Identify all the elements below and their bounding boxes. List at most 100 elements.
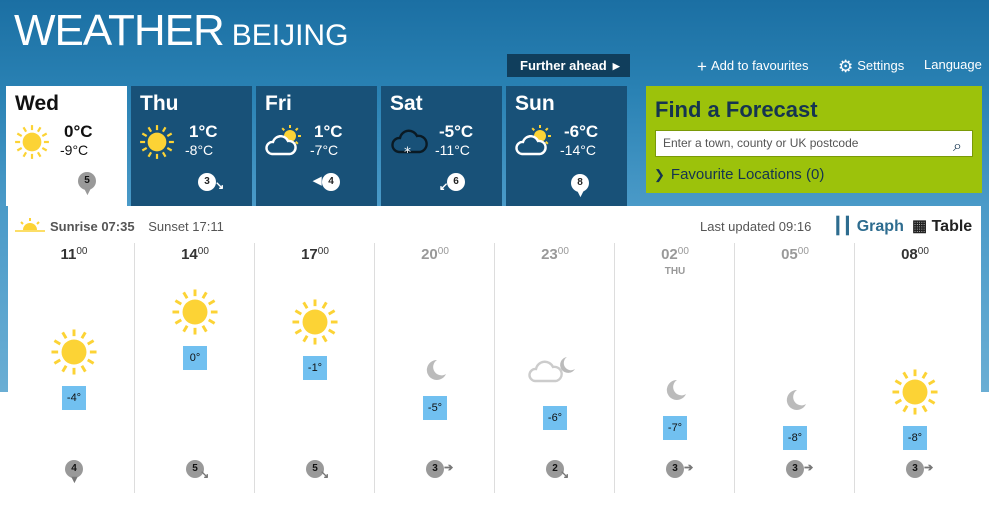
wind-direction-icon: ▼ bbox=[82, 186, 93, 198]
table-icon: ▦ bbox=[912, 218, 928, 235]
wind-direction-icon: ◀ bbox=[313, 175, 322, 187]
sun-icon bbox=[140, 125, 174, 159]
search-placeholder: Enter a town, county or UK postcode bbox=[663, 136, 859, 150]
wind-speed: 8 bbox=[577, 177, 583, 188]
minute-value: 00 bbox=[317, 246, 329, 257]
day-high-temp: -6°C bbox=[564, 122, 599, 141]
hour-value: 11 bbox=[60, 246, 77, 263]
day-name: Wed bbox=[15, 92, 59, 115]
day-low-temp: -11°C bbox=[435, 142, 470, 158]
temperature-box: -5° bbox=[423, 396, 447, 420]
table-view-button[interactable]: ▦ Table bbox=[912, 216, 972, 236]
day-tab-sat[interactable]: Sat * -5°C -11°C 6 ↙ bbox=[381, 86, 502, 206]
day-tab-wed[interactable]: Wed 0°C -9°C 5 ▼ bbox=[6, 86, 127, 206]
wind-speed-badge: 5 ▼ bbox=[78, 172, 96, 198]
day-marker: THU bbox=[664, 266, 686, 277]
wind-speed: 2 bbox=[552, 463, 558, 474]
hour-label: 0500 bbox=[735, 246, 855, 263]
day-tab-fri[interactable]: Fri 1°C -7°C 4 ◀ bbox=[256, 86, 377, 206]
day-tab-thu[interactable]: Thu 1°C -8°C 3 ↘ bbox=[131, 86, 252, 206]
wind-speed-badge: 4 ◀ bbox=[313, 173, 340, 191]
sun-cloud-icon bbox=[515, 125, 551, 156]
sun-times: Sunrise 07:35 Sunset 17:11 bbox=[15, 218, 224, 234]
day-high-temp: 1°C bbox=[189, 122, 218, 141]
chevron-right-icon: ❯ bbox=[654, 167, 665, 182]
minute-value: 00 bbox=[677, 246, 689, 257]
minute-value: 00 bbox=[917, 246, 929, 257]
hour-label: 1700 bbox=[255, 246, 375, 263]
wind-direction-icon: ↙ bbox=[439, 181, 449, 193]
wind-speed: 3 bbox=[792, 463, 798, 474]
temperature-box: -8° bbox=[903, 426, 927, 450]
wind-speed-badge: 6 ↙ bbox=[439, 173, 465, 193]
day-name: Sat bbox=[390, 92, 423, 115]
moon-icon bbox=[786, 389, 806, 410]
wind-speed: 5 bbox=[192, 463, 198, 474]
hour-label: 1400 bbox=[135, 246, 255, 263]
temperature-box: -4° bbox=[62, 386, 86, 410]
wind-speed: 4 bbox=[328, 176, 334, 187]
temperature-box: -7° bbox=[663, 416, 687, 440]
wind-speed-badge: 3 ↘ bbox=[198, 173, 224, 192]
further-ahead-button[interactable]: Further ahead ▶ bbox=[507, 54, 630, 77]
day-low-temp: -9°C bbox=[60, 142, 89, 158]
play-arrow-icon: ▶ bbox=[612, 61, 620, 71]
favourite-locations-link[interactable]: ❯ Favourite Locations (0) bbox=[654, 166, 824, 183]
add-to-favourites-label: Add to favourites bbox=[710, 58, 809, 73]
sun-icon bbox=[292, 299, 338, 345]
sunset-label: Sunset bbox=[148, 219, 189, 234]
brand-title[interactable]: WEATHER BEIJING bbox=[14, 6, 348, 56]
hour-value: 14 bbox=[181, 246, 198, 263]
wind-direction-icon: ↘ bbox=[560, 469, 570, 481]
day-high-temp: -5°C bbox=[439, 122, 474, 141]
hour-value: 23 bbox=[541, 246, 558, 263]
graph-view-button[interactable]: ┃┃ Graph bbox=[833, 216, 904, 236]
snow-cloud-icon: * bbox=[391, 129, 428, 160]
wind-speed-badge: 3 ➔ bbox=[426, 460, 453, 478]
location-search-input[interactable]: Enter a town, county or UK postcode ⌕ bbox=[655, 130, 973, 157]
language-link[interactable]: Language bbox=[924, 57, 982, 72]
hour-column: 0200 THU -7° 3 ➔ bbox=[614, 243, 734, 493]
moon-icon bbox=[666, 379, 686, 400]
minute-value: 00 bbox=[797, 246, 809, 257]
settings-link[interactable]: ⚙ Settings bbox=[838, 57, 904, 77]
wind-direction-icon: ➔ bbox=[684, 462, 694, 474]
favourite-locations-label: Favourite Locations (0) bbox=[670, 166, 825, 183]
day-low-temp: -14°C bbox=[560, 142, 596, 158]
wind-speed-badge: 3 ➔ bbox=[906, 460, 933, 478]
further-ahead-label: Further ahead bbox=[520, 58, 607, 73]
wind-speed-badge: 3 ➔ bbox=[786, 460, 813, 478]
gear-icon: ⚙ bbox=[838, 57, 854, 76]
svg-text:*: * bbox=[404, 145, 411, 160]
temperature-box: -1° bbox=[303, 356, 327, 380]
sun-icon bbox=[15, 125, 49, 159]
wind-direction-icon: ↘ bbox=[215, 180, 225, 192]
sun-icon bbox=[51, 329, 97, 375]
temperature-box: 0° bbox=[183, 346, 207, 370]
hour-label: 0200 bbox=[615, 246, 735, 263]
search-icon[interactable]: ⌕ bbox=[953, 134, 962, 159]
wind-speed-badge: 5 ↘ bbox=[186, 460, 209, 481]
day-high-temp: 1°C bbox=[314, 122, 343, 141]
add-to-favourites-link[interactable]: + Add to favourites bbox=[697, 57, 809, 77]
settings-label: Settings bbox=[857, 58, 905, 73]
hour-label: 1100 bbox=[14, 246, 134, 263]
sun-icon bbox=[892, 369, 938, 415]
wind-direction-icon: ▼ bbox=[575, 188, 586, 200]
day-low-temp: -7°C bbox=[310, 142, 339, 158]
hour-column: 1100 -4° 4 ▼ bbox=[14, 243, 134, 493]
day-name: Thu bbox=[140, 92, 179, 115]
minute-value: 00 bbox=[197, 246, 209, 257]
minute-value: 00 bbox=[437, 246, 449, 257]
table-label: Table bbox=[931, 218, 973, 235]
sunset-time: 17:11 bbox=[192, 219, 224, 234]
find-forecast-title: Find a Forecast bbox=[655, 97, 818, 122]
wind-direction-icon: ➔ bbox=[804, 462, 814, 474]
hour-value: 08 bbox=[901, 246, 918, 263]
day-tab-sun[interactable]: Sun -6°C -14°C 8 ▼ bbox=[506, 86, 627, 206]
temperature-box: -6° bbox=[543, 406, 567, 430]
plus-icon: + bbox=[697, 57, 707, 76]
wind-speed: 3 bbox=[672, 463, 678, 474]
minute-value: 00 bbox=[76, 246, 88, 257]
wind-direction-icon: ↘ bbox=[320, 469, 330, 481]
